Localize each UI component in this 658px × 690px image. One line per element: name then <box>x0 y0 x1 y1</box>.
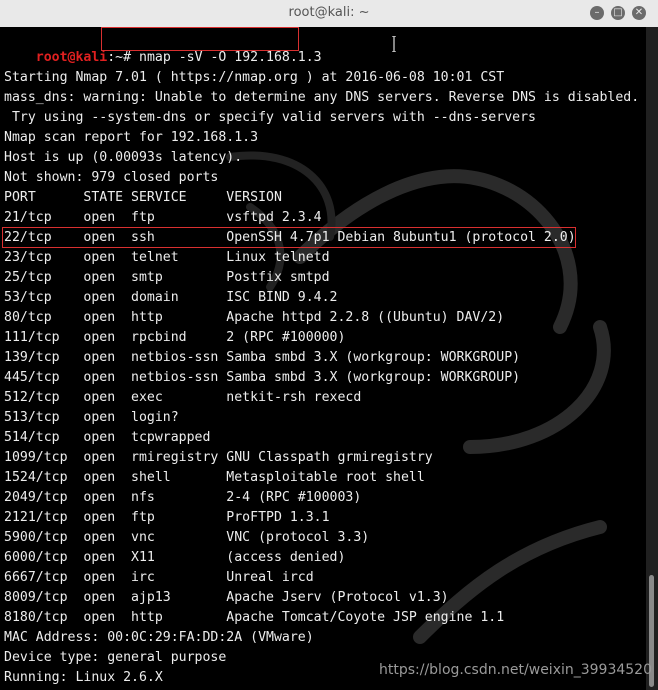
output-line: 5900/tcp open vnc VNC (protocol 3.3) <box>4 530 370 545</box>
close-icon[interactable]: ✕ <box>632 6 646 20</box>
output-line: 512/tcp open exec netkit-rsh rexecd <box>4 390 362 405</box>
output-line: Nmap scan report for 192.168.1.3 <box>4 130 259 145</box>
output-line: 445/tcp open netbios-ssn Samba smbd 3.X … <box>4 370 521 385</box>
scrollbar[interactable] <box>646 27 658 690</box>
window-titlebar: root@kali: ~ – □ ✕ <box>0 0 658 28</box>
command-text: nmap -sV -O 192.168.1.3 <box>139 50 322 65</box>
terminal-area[interactable]: root@kali:~# nmap -sV -O 192.168.1.3 Sta… <box>0 27 646 690</box>
output-line: 111/tcp open rpcbind 2 (RPC #100000) <box>4 330 346 345</box>
output-line: PORT STATE SERVICE VERSION <box>4 190 282 205</box>
maximize-icon[interactable]: □ <box>611 6 625 20</box>
output-line: 513/tcp open login? <box>4 410 179 425</box>
output-line: 8180/tcp open http Apache Tomcat/Coyote … <box>4 610 505 625</box>
output-line: Starting Nmap 7.01 ( https://nmap.org ) … <box>4 70 505 85</box>
output-line: 514/tcp open tcpwrapped <box>4 430 211 445</box>
output-line: 25/tcp open smtp Postfix smtpd <box>4 270 330 285</box>
output-line: 1099/tcp open rmiregistry GNU Classpath … <box>4 450 433 465</box>
output-line: 6667/tcp open irc Unreal ircd <box>4 570 314 585</box>
output-line: 53/tcp open domain ISC BIND 9.4.2 <box>4 290 338 305</box>
minimize-icon[interactable]: – <box>590 6 604 20</box>
output-line: 8009/tcp open ajp13 Apache Jserv (Protoc… <box>4 590 449 605</box>
output-line: MAC Address: 00:0C:29:FA:DD:2A (VMware) <box>4 630 314 645</box>
text-cursor-icon <box>392 36 396 52</box>
prompt-path: :~# <box>107 50 139 65</box>
output-line: 23/tcp open telnet Linux telnetd <box>4 250 330 265</box>
output-line: 2121/tcp open ftp ProFTPD 1.3.1 <box>4 510 330 525</box>
output-line: mass_dns: warning: Unable to determine a… <box>4 90 640 105</box>
output-line: Running: Linux 2.6.X <box>4 670 163 685</box>
output-line: 2049/tcp open nfs 2-4 (RPC #100003) <box>4 490 362 505</box>
output-line: Not shown: 979 closed ports <box>4 170 219 185</box>
output-line: Host is up (0.00093s latency). <box>4 150 243 165</box>
window-title: root@kali: ~ <box>288 5 370 20</box>
command-highlight-box <box>101 27 299 51</box>
output-line: Try using --system-dns or specify valid … <box>4 110 536 125</box>
prompt-user-host: root@kali <box>35 50 108 65</box>
ssh-row-highlight-box <box>2 227 576 248</box>
output-line: 139/tcp open netbios-ssn Samba smbd 3.X … <box>4 350 521 365</box>
output-line: 1524/tcp open shell Metasploitable root … <box>4 470 425 485</box>
csdn-watermark: https://blog.csdn.net/weixin_39934520 <box>378 662 652 678</box>
output-line: Device type: general purpose <box>4 650 227 665</box>
output-line: 6000/tcp open X11 (access denied) <box>4 550 346 565</box>
output-line: 21/tcp open ftp vsftpd 2.3.4 <box>4 210 322 225</box>
output-line: 80/tcp open http Apache httpd 2.2.8 ((Ub… <box>4 310 505 325</box>
